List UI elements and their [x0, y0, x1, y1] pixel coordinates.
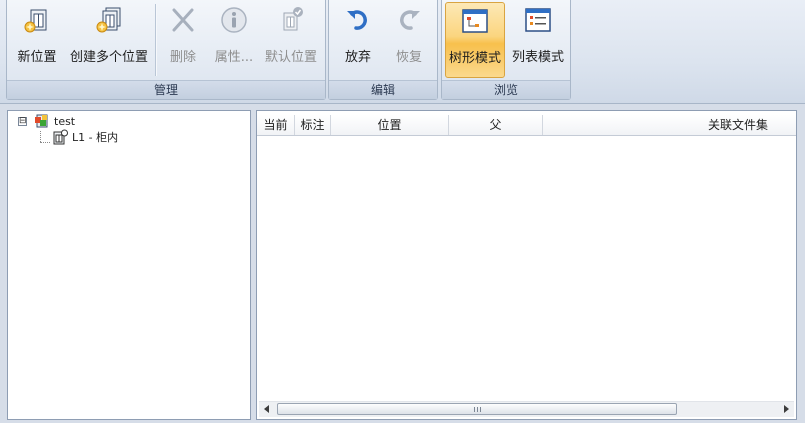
- group-label-browse: 浏览: [442, 80, 570, 99]
- list-mode-label: 列表模式: [511, 50, 564, 65]
- column-header-location[interactable]: 位置: [331, 115, 449, 135]
- list-view-icon: [522, 4, 554, 36]
- restore-button[interactable]: 恢复: [387, 2, 431, 78]
- list-mode-button[interactable]: 列表模式: [508, 2, 568, 78]
- horizontal-scrollbar[interactable]: [259, 401, 794, 417]
- tree-node-l1-label: L1 - 柜内: [72, 131, 119, 144]
- location-tree-panel: ⊟ test L1 - 柜内: [7, 110, 251, 420]
- info-icon: [218, 4, 250, 36]
- tree-connector: [40, 131, 41, 142]
- ribbon-toolbar: 新位置 创建多个位置 删除 属性... 默认位置 管理 放弃 恢复 编辑 树形模…: [0, 0, 805, 104]
- properties-label: 属性...: [214, 50, 254, 65]
- delete-x-icon: [167, 4, 199, 36]
- group-label-manage: 管理: [7, 80, 325, 99]
- discard-button[interactable]: 放弃: [337, 2, 379, 78]
- scroll-left-arrow-icon[interactable]: [264, 405, 269, 413]
- location-list-grid: 当前 标注 位置 父 关联文件集: [256, 110, 797, 420]
- location-icon: [52, 129, 68, 145]
- ribbon-group-browse: 树形模式 列表模式 浏览: [441, 0, 571, 100]
- redo-icon: [393, 4, 425, 36]
- new-location-label: 新位置: [17, 50, 57, 65]
- collapse-toggle[interactable]: ⊟: [18, 117, 27, 126]
- default-location-label: 默认位置: [264, 50, 317, 65]
- tree-node-root-label: test: [54, 114, 76, 128]
- tree-mode-label: 树形模式: [448, 51, 501, 66]
- ribbon-group-edit: 放弃 恢复 编辑: [328, 0, 438, 100]
- new-location-button[interactable]: 新位置: [11, 2, 63, 78]
- project-icon: [34, 113, 50, 129]
- ribbon-separator: [155, 4, 157, 76]
- column-header-parent[interactable]: 父: [449, 115, 543, 135]
- create-multiple-locations-button[interactable]: 创建多个位置: [65, 2, 153, 78]
- delete-label: 删除: [169, 50, 196, 65]
- tree-mode-button[interactable]: 树形模式: [445, 2, 505, 78]
- discard-label: 放弃: [344, 50, 371, 65]
- restore-label: 恢复: [395, 50, 422, 65]
- tree-connector: [40, 142, 50, 143]
- tree-node-root[interactable]: test: [34, 113, 75, 129]
- delete-button[interactable]: 删除: [163, 2, 203, 78]
- column-header-current[interactable]: 当前: [257, 115, 295, 135]
- create-multiple-label: 创建多个位置: [69, 50, 148, 65]
- default-location-button[interactable]: 默认位置: [261, 2, 321, 78]
- scroll-right-arrow-icon[interactable]: [784, 405, 789, 413]
- properties-button[interactable]: 属性...: [211, 2, 257, 78]
- create-multiple-icon: [93, 4, 125, 36]
- undo-icon: [342, 4, 374, 36]
- tree-view-icon: [459, 5, 491, 37]
- default-location-icon: [275, 4, 307, 36]
- ribbon-group-manage: 新位置 创建多个位置 删除 属性... 默认位置 管理: [6, 0, 326, 100]
- tree-node-l1[interactable]: L1 - 柜内: [52, 129, 118, 145]
- new-location-icon: [21, 4, 53, 36]
- column-header-annotation[interactable]: 标注: [295, 115, 331, 135]
- scrollbar-thumb[interactable]: [277, 403, 677, 415]
- grid-header-row: 当前 标注 位置 父 关联文件集: [257, 115, 796, 136]
- column-header-linked-fileset[interactable]: 关联文件集: [543, 115, 796, 135]
- group-label-edit: 编辑: [329, 80, 437, 99]
- grip-icon: [474, 407, 482, 412]
